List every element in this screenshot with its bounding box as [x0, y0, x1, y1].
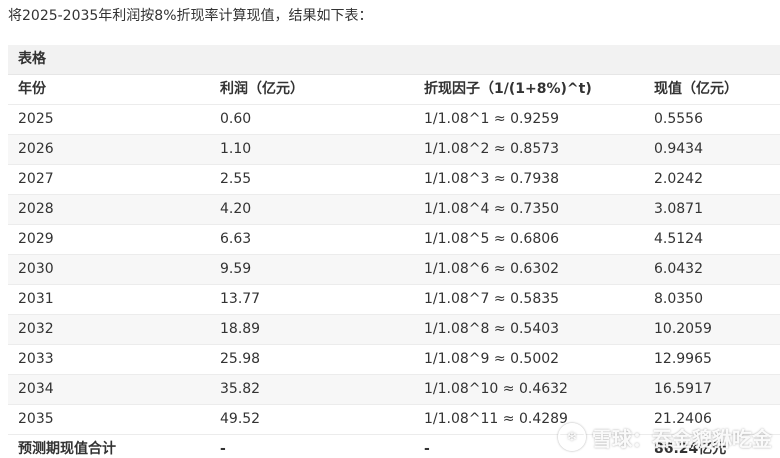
cell-profit: 49.52 [220, 411, 261, 427]
table-row: 2027 2.55 1/1.08^3 ≈ 0.7938 2.0242 [8, 165, 780, 195]
cell-discount-factor: 1/1.08^2 ≈ 0.8573 [424, 141, 560, 157]
table-row: 2025 0.60 1/1.08^1 ≈ 0.9259 0.5556 [8, 105, 780, 135]
table-caption: 表格 [8, 45, 780, 75]
cell-profit: 18.89 [220, 321, 261, 337]
cell-year: 2029 [18, 231, 54, 247]
cell-profit: 0.60 [220, 111, 252, 127]
cell-profit: 13.77 [220, 291, 261, 307]
cell-discount-factor: 1/1.08^8 ≈ 0.5403 [424, 321, 560, 337]
cell-profit: 4.20 [220, 201, 252, 217]
cell-profit: 6.63 [220, 231, 252, 247]
cell-discount-factor: 1/1.08^1 ≈ 0.9259 [424, 111, 560, 127]
cell-present-value: 12.9965 [654, 351, 712, 367]
cell-year: 2025 [18, 111, 54, 127]
cell-discount-factor: 1/1.08^5 ≈ 0.6806 [424, 231, 560, 247]
cell-year: 2028 [18, 201, 54, 217]
table-row: 2028 4.20 1/1.08^4 ≈ 0.7350 3.0871 [8, 195, 780, 225]
page: 将2025-2035年利润按8%折现率计算现值，结果如下表： 表格 年份 利润（… [0, 0, 780, 458]
table-row: 2029 6.63 1/1.08^5 ≈ 0.6806 4.5124 [8, 225, 780, 255]
header-profit: 利润（亿元） [220, 81, 304, 97]
cell-present-value: 4.5124 [654, 231, 703, 247]
cell-profit: 2.55 [220, 171, 252, 187]
table-total-row: 预测期现值合计 - - 86.24亿元 [8, 435, 780, 458]
table-row: 2030 9.59 1/1.08^6 ≈ 0.6302 6.0432 [8, 255, 780, 285]
cell-year: 2030 [18, 261, 54, 277]
table-row: 2033 25.98 1/1.08^9 ≈ 0.5002 12.9965 [8, 345, 780, 375]
cell-year: 2033 [18, 351, 54, 367]
table-row: 2026 1.10 1/1.08^2 ≈ 0.8573 0.9434 [8, 135, 780, 165]
cell-year: 2034 [18, 381, 54, 397]
table-row: 2034 35.82 1/1.08^10 ≈ 0.4632 16.5917 [8, 375, 780, 405]
cell-present-value: 21.2406 [654, 411, 712, 427]
cell-year: 2032 [18, 321, 54, 337]
cell-present-value: 10.2059 [654, 321, 712, 337]
cell-profit: 35.82 [220, 381, 261, 397]
cell-year: 2027 [18, 171, 54, 187]
total-label: 预测期现值合计 [18, 441, 116, 457]
header-year: 年份 [18, 81, 46, 97]
cell-present-value: 8.0350 [654, 291, 703, 307]
cell-discount-factor: 1/1.08^11 ≈ 0.4289 [424, 411, 568, 427]
cell-year: 2026 [18, 141, 54, 157]
table-header-row: 年份 利润（亿元） 折现因子（1/(1+8%)^t) 现值（亿元） [8, 75, 780, 105]
cell-discount-factor: 1/1.08^9 ≈ 0.5002 [424, 351, 560, 367]
profit-present-value-table: 表格 年份 利润（亿元） 折现因子（1/(1+8%)^t) 现值（亿元） 202… [8, 45, 780, 458]
total-present-value: 86.24亿元 [654, 441, 727, 457]
cell-profit: 1.10 [220, 141, 252, 157]
table-row: 2035 49.52 1/1.08^11 ≈ 0.4289 21.2406 [8, 405, 780, 435]
cell-profit: 25.98 [220, 351, 261, 367]
cell-discount-factor: 1/1.08^7 ≈ 0.5835 [424, 291, 560, 307]
cell-profit: 9.59 [220, 261, 252, 277]
total-discount-factor: - [424, 441, 430, 457]
cell-year: 2031 [18, 291, 54, 307]
cell-present-value: 3.0871 [654, 201, 703, 217]
cell-discount-factor: 1/1.08^10 ≈ 0.4632 [424, 381, 568, 397]
cell-present-value: 6.0432 [654, 261, 703, 277]
intro-text: 将2025-2035年利润按8%折现率计算现值，结果如下表： [8, 8, 373, 24]
cell-discount-factor: 1/1.08^4 ≈ 0.7350 [424, 201, 560, 217]
cell-discount-factor: 1/1.08^3 ≈ 0.7938 [424, 171, 560, 187]
total-profit: - [220, 441, 226, 457]
cell-year: 2035 [18, 411, 54, 427]
header-present-value: 现值（亿元） [654, 81, 738, 97]
table-row: 2031 13.77 1/1.08^7 ≈ 0.5835 8.0350 [8, 285, 780, 315]
cell-discount-factor: 1/1.08^6 ≈ 0.6302 [424, 261, 560, 277]
header-discount-factor: 折现因子（1/(1+8%)^t) [424, 81, 592, 97]
cell-present-value: 2.0242 [654, 171, 703, 187]
cell-present-value: 16.5917 [654, 381, 712, 397]
cell-present-value: 0.5556 [654, 111, 703, 127]
table-row: 2032 18.89 1/1.08^8 ≈ 0.5403 10.2059 [8, 315, 780, 345]
cell-present-value: 0.9434 [654, 141, 703, 157]
table-body: 2025 0.60 1/1.08^1 ≈ 0.9259 0.5556 2026 1.10 1… [8, 105, 780, 435]
